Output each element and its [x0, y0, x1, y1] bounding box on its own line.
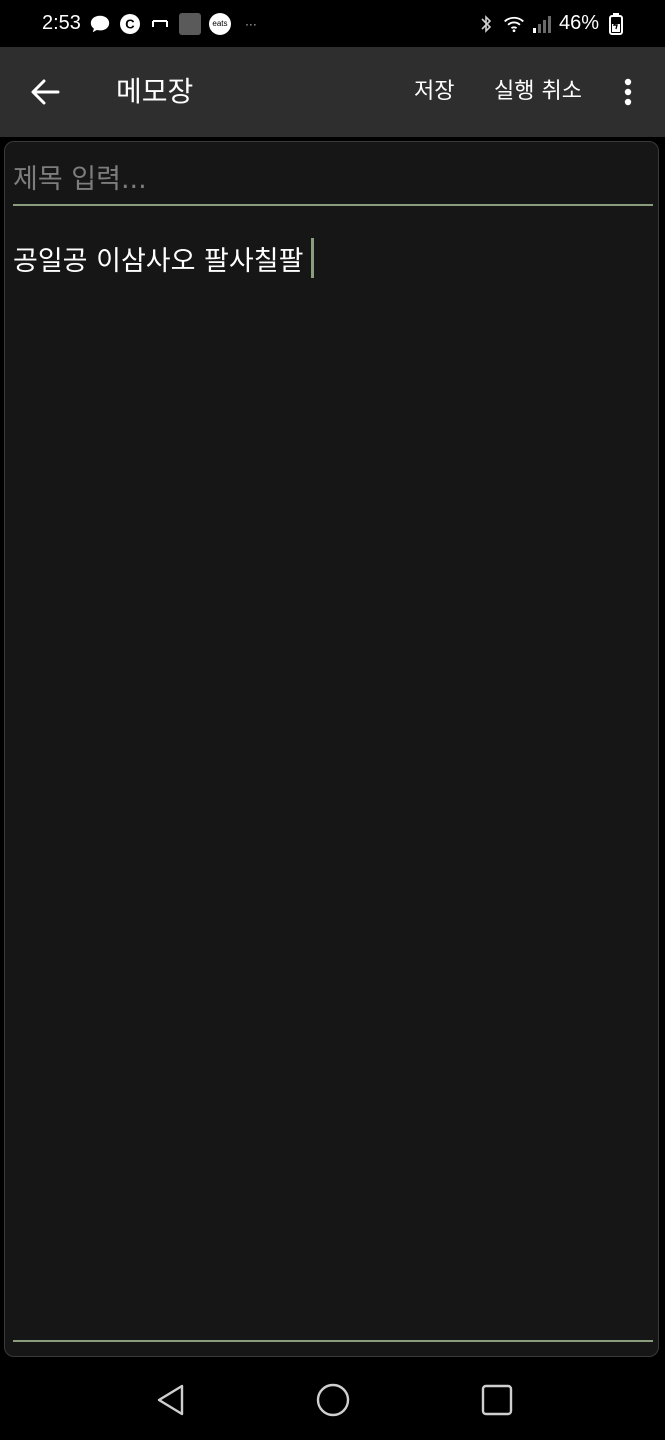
- nav-home-button[interactable]: [313, 1380, 353, 1420]
- body-underline: [13, 1340, 653, 1342]
- bluetooth-icon: [475, 13, 497, 35]
- screen-cast-icon: [149, 13, 171, 35]
- more-vertical-icon: [624, 78, 632, 106]
- app-bar: 메모장 저장 실행 취소: [0, 47, 665, 137]
- triangle-back-icon: [157, 1384, 184, 1416]
- status-time: 2:53: [42, 12, 81, 34]
- back-button[interactable]: [24, 71, 66, 113]
- body-text: 공일공 이삼사오 팔사칠팔: [13, 245, 304, 277]
- body-text-area[interactable]: [13, 212, 653, 1340]
- overflow-menu-button[interactable]: [608, 72, 648, 112]
- save-button[interactable]: 저장: [404, 47, 464, 137]
- c-badge-text: C: [125, 16, 135, 31]
- arrow-left-icon: [31, 79, 60, 105]
- memo-editor: 공일공 이삼사오 팔사칠팔: [4, 141, 659, 1357]
- more-notifications-indicator: ···: [244, 16, 257, 31]
- circle-home-icon: [316, 1383, 350, 1417]
- battery-icon: [605, 12, 627, 35]
- status-left: 2:53 C eats ···: [42, 0, 257, 47]
- status-right: 46%: [475, 0, 627, 47]
- wifi-icon: [503, 13, 525, 35]
- cell-signal-icon: [531, 13, 553, 35]
- undo-button[interactable]: 실행 취소: [484, 47, 592, 137]
- title-input[interactable]: [13, 154, 653, 206]
- chat-bubble-icon: [89, 13, 111, 35]
- nav-recents-button[interactable]: [477, 1380, 517, 1420]
- navigation-bar: [0, 1360, 665, 1440]
- eats-app-icon: eats: [208, 12, 231, 35]
- square-recents-icon: [481, 1384, 513, 1416]
- body-text-content: 공일공 이삼사오 팔사칠팔: [13, 238, 315, 278]
- c-badge-icon: C: [119, 13, 141, 35]
- nav-back-button[interactable]: [150, 1380, 190, 1420]
- app-tile-icon: [178, 12, 201, 35]
- text-cursor: [311, 238, 315, 278]
- app-title: 메모장: [116, 75, 194, 108]
- battery-percent: 46%: [558, 12, 599, 34]
- notepad-screen: 2:53 C eats ··· 46% 메모장 저장 실행 취소 제목 입력..…: [0, 0, 665, 1440]
- status-bar: 2:53 C eats ··· 46%: [0, 0, 665, 47]
